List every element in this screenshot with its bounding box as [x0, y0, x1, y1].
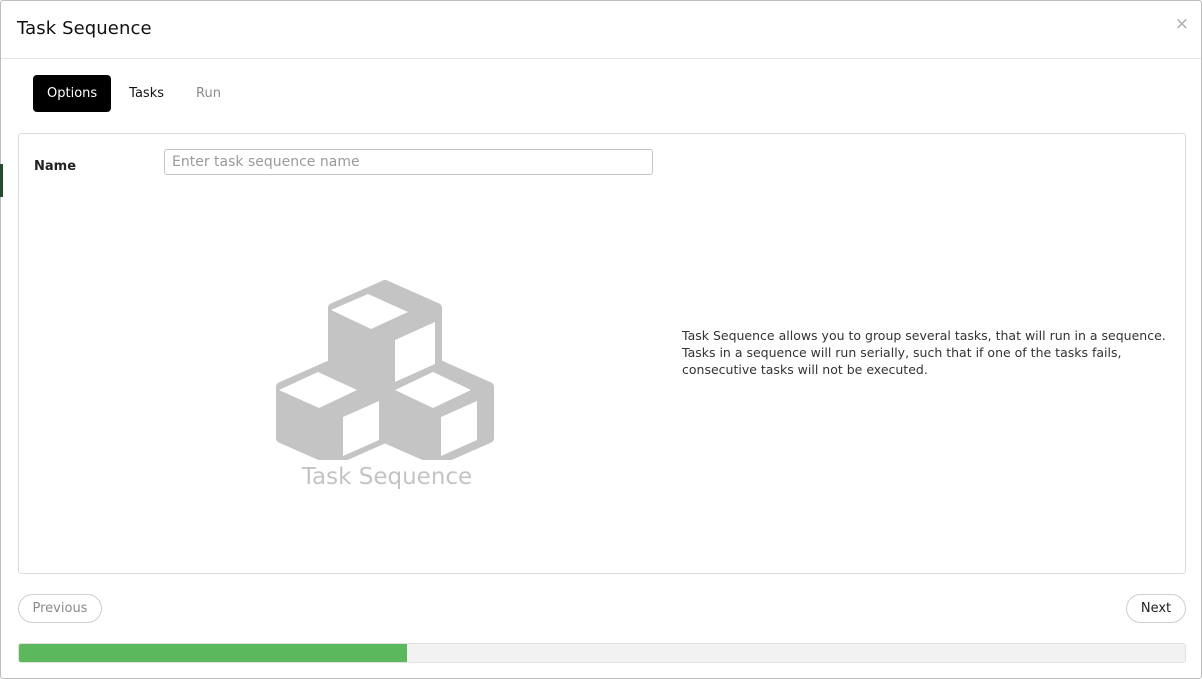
close-icon[interactable]: × [1175, 16, 1189, 33]
tab-tasks[interactable]: Tasks [115, 75, 178, 112]
modal-title: Task Sequence [17, 18, 152, 39]
next-button[interactable]: Next [1126, 594, 1186, 623]
previous-button[interactable]: Previous [18, 594, 102, 623]
name-input[interactable] [164, 149, 653, 175]
modal-header: Task Sequence × [1, 1, 1201, 59]
progress-bar-fill [19, 644, 408, 662]
name-label: Name [34, 159, 77, 174]
cubes-icon [276, 280, 494, 460]
tab-run[interactable]: Run [182, 75, 235, 112]
background-accent [0, 164, 3, 197]
tab-options[interactable]: Options [33, 75, 112, 112]
description-text: Task Sequence allows you to group severa… [682, 328, 1166, 377]
illustration-caption: Task Sequence [301, 464, 473, 490]
options-panel: Name Task Sequenc [18, 133, 1186, 574]
wizard-tabs: Options Tasks Run [33, 75, 239, 112]
task-sequence-modal: Task Sequence × Options Tasks Run Name E… [0, 0, 1202, 679]
progress-bar [18, 643, 1186, 663]
